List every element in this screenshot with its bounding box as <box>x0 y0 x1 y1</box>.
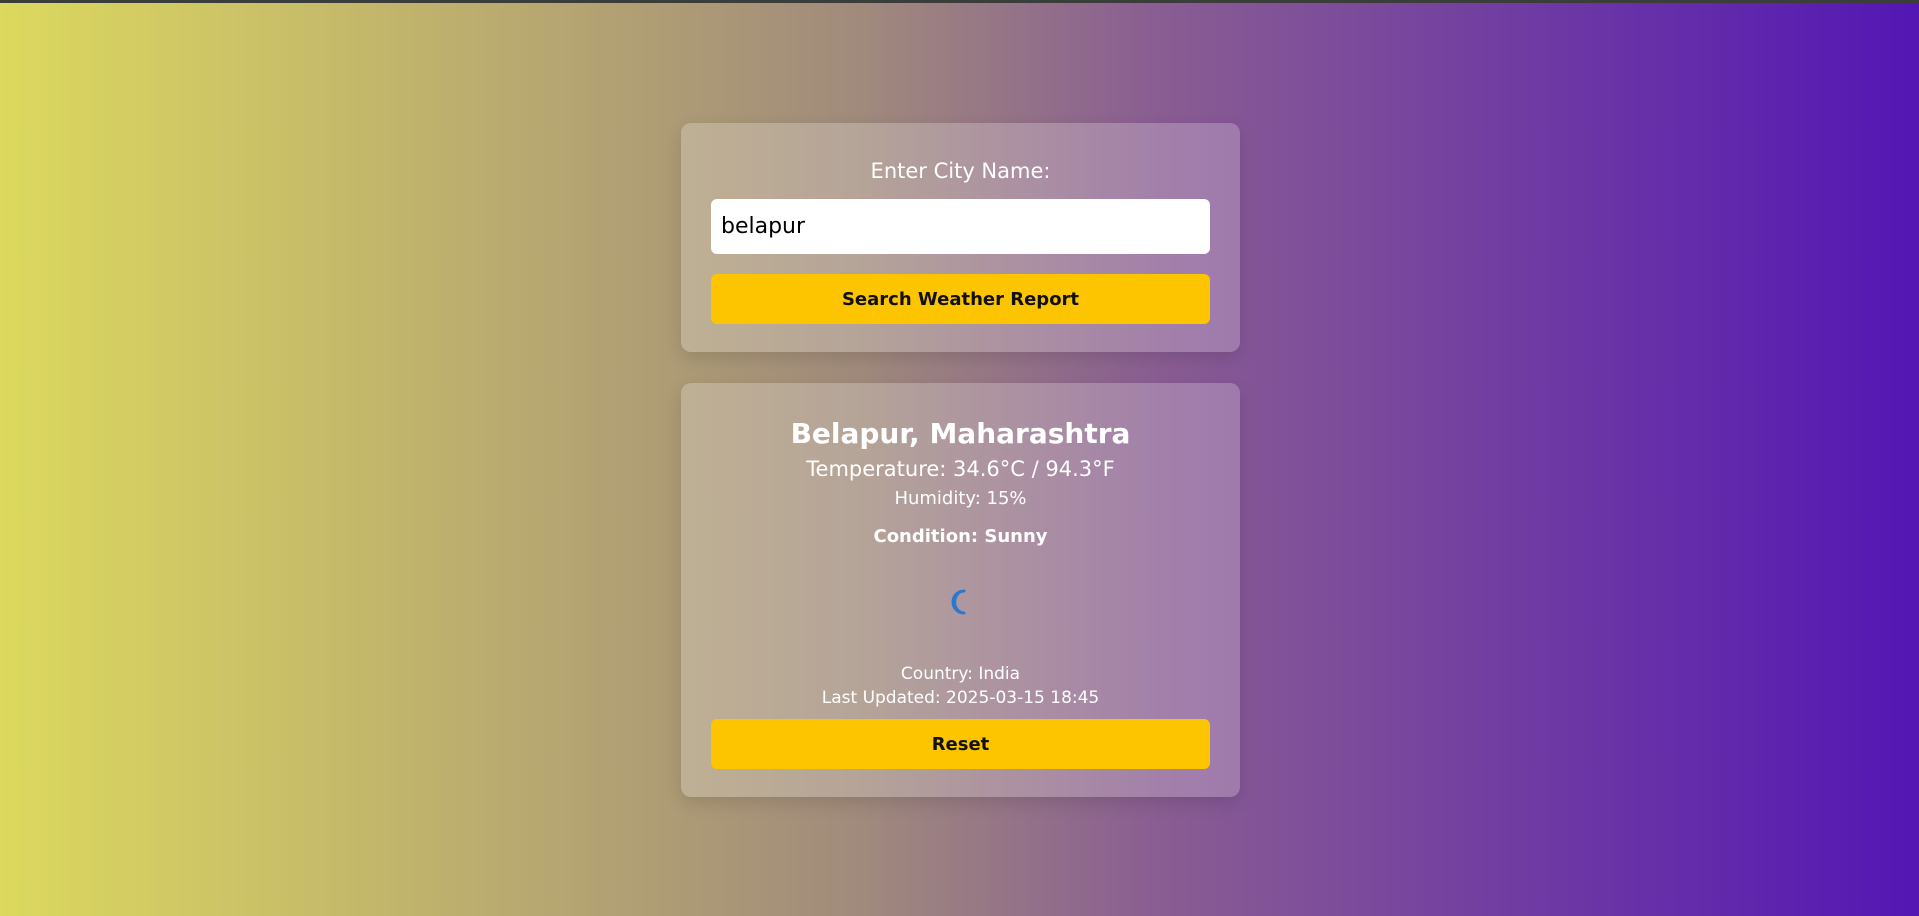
humidity-text: Humidity: 15% <box>894 488 1027 509</box>
city-input[interactable] <box>711 199 1210 254</box>
country-text: Country: India <box>900 664 1021 684</box>
search-card: Enter City Name: Search Weather Report <box>681 123 1240 352</box>
condition-text: Condition: Sunny <box>873 526 1048 547</box>
city-title: Belapur, Maharashtra <box>790 417 1131 450</box>
last-updated-text: Last Updated: 2025-03-15 18:45 <box>821 688 1100 708</box>
city-input-label: Enter City Name: <box>870 159 1051 183</box>
crescent-moon-icon <box>951 589 965 615</box>
weather-icon-container <box>711 577 1210 627</box>
temperature-text: Temperature: 34.6°C / 94.3°F <box>806 457 1115 481</box>
window-top-border <box>0 0 1919 3</box>
weather-result-card: Belapur, Maharashtra Temperature: 34.6°C… <box>681 383 1240 797</box>
reset-button[interactable]: Reset <box>711 719 1210 769</box>
search-weather-button[interactable]: Search Weather Report <box>711 274 1210 324</box>
